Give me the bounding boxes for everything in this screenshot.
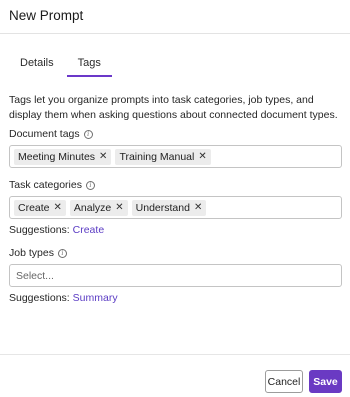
task-categories-suggestions: Suggestions: Create xyxy=(9,224,342,236)
close-icon[interactable]: ✕ xyxy=(115,202,123,213)
tags-description: Tags let you organize prompts into task … xyxy=(9,94,338,121)
dialog-header: New Prompt xyxy=(0,0,350,34)
job-types-label-text: Job types xyxy=(9,247,54,259)
tag-chip: Meeting Minutes ✕ xyxy=(14,148,112,165)
suggestion-link-create[interactable]: Create xyxy=(73,224,105,236)
close-icon[interactable]: ✕ xyxy=(198,151,206,162)
tab-details[interactable]: Details xyxy=(9,52,65,77)
info-icon: i xyxy=(85,180,95,190)
task-categories-label-text: Task categories xyxy=(9,179,82,191)
job-types-suggestions: Suggestions: Summary xyxy=(9,292,342,304)
close-icon[interactable]: ✕ xyxy=(194,202,202,213)
chip-label: Analyze xyxy=(73,201,112,214)
job-types-label: Job types i xyxy=(9,247,342,259)
document-tags-section: Document tags i Meeting Minutes ✕ Traini… xyxy=(9,128,342,168)
task-categories-field[interactable]: Create ✕ Analyze ✕ Understand ✕ xyxy=(9,196,342,219)
tag-chip: Analyze ✕ xyxy=(69,199,128,216)
close-icon[interactable]: ✕ xyxy=(99,151,107,162)
tag-chip: Training Manual ✕ xyxy=(115,148,211,165)
suggestion-link-summary[interactable]: Summary xyxy=(73,292,118,304)
chip-label: Training Manual xyxy=(119,150,195,163)
dialog-footer: Cancel Save xyxy=(0,354,350,397)
tab-tags[interactable]: Tags xyxy=(65,52,113,77)
document-tags-label: Document tags i xyxy=(9,128,342,140)
suggestions-label: Suggestions: xyxy=(9,292,70,304)
tag-chip: Understand ✕ xyxy=(131,199,207,216)
tag-chip: Create ✕ xyxy=(14,199,66,216)
job-types-input[interactable] xyxy=(9,264,342,287)
close-icon[interactable]: ✕ xyxy=(54,202,62,213)
document-tags-label-text: Document tags xyxy=(9,128,80,140)
task-categories-section: Task categories i Create ✕ Analyze ✕ Und… xyxy=(9,179,342,236)
chip-label: Meeting Minutes xyxy=(18,150,96,163)
suggestions-label: Suggestions: xyxy=(9,224,70,236)
document-tags-field[interactable]: Meeting Minutes ✕ Training Manual ✕ xyxy=(9,145,342,168)
tags-panel: Tags let you organize prompts into task … xyxy=(9,90,342,304)
chip-label: Understand xyxy=(135,201,190,214)
chip-label: Create xyxy=(18,201,50,214)
tab-bar: Details Tags xyxy=(9,52,113,77)
new-prompt-dialog: New Prompt Details Tags Tags let you org… xyxy=(0,0,350,397)
dialog-title: New Prompt xyxy=(9,8,84,23)
info-icon: i xyxy=(57,248,67,258)
cancel-button[interactable]: Cancel xyxy=(265,370,303,393)
info-icon: i xyxy=(83,129,93,139)
save-button[interactable]: Save xyxy=(309,370,342,393)
task-categories-label: Task categories i xyxy=(9,179,342,191)
job-types-section: Job types i Suggestions: Summary xyxy=(9,247,342,304)
